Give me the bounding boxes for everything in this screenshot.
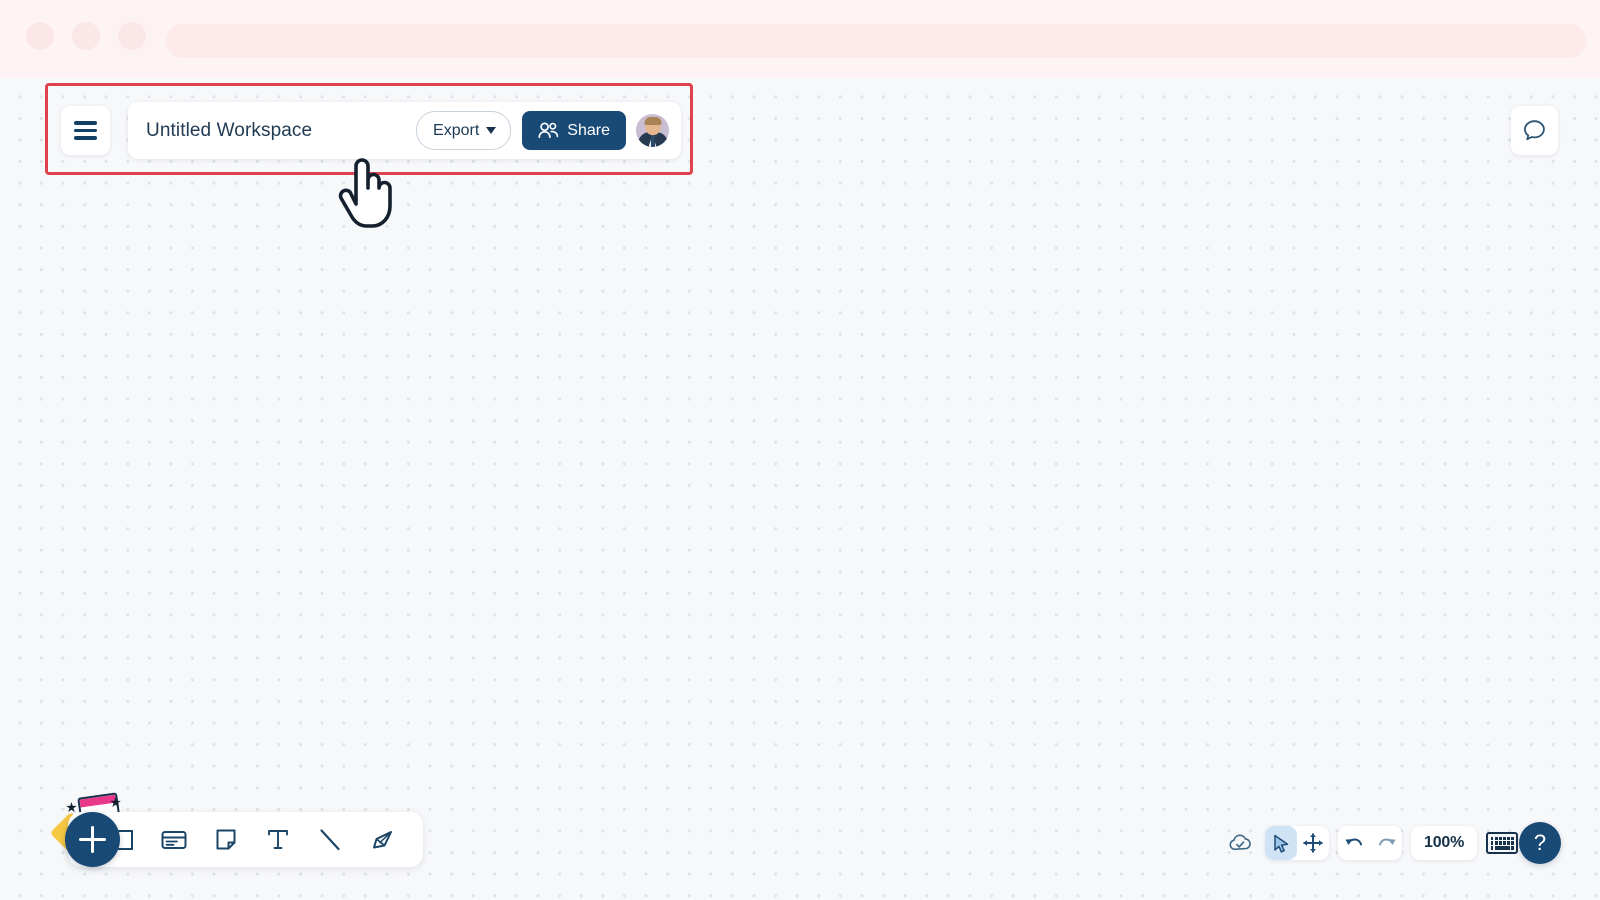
hamburger-menu-icon [74,121,97,140]
keyboard-shortcuts-button[interactable] [1486,832,1519,854]
history-group [1338,826,1402,860]
window-dot-minimize[interactable] [72,22,100,50]
text-tool-button[interactable] [263,825,293,855]
comment-bubble-icon [1524,120,1545,141]
help-label: ? [1533,830,1547,855]
card-tool-button[interactable] [159,825,189,855]
chevron-down-icon [486,127,497,134]
comments-button[interactable] [1511,106,1558,155]
status-bar: 100% [1224,826,1519,860]
cloud-save-button[interactable] [1224,826,1256,860]
window-dot-close[interactable] [26,22,54,50]
plus-icon-vertical [91,826,94,853]
card-icon [161,830,187,849]
main-menu-button[interactable] [61,106,110,155]
window-controls [26,22,146,50]
share-button[interactable]: Share [522,111,626,150]
sticky-note-icon [216,829,236,849]
share-label: Share [567,121,610,139]
marker-pen-icon [373,830,392,848]
help-button[interactable]: ? [1519,822,1561,864]
app-root: Untitled Workspace Export Share 100% ? [0,0,1600,900]
redo-arrow-icon [1378,838,1396,846]
workspace-title-bar: Untitled Workspace Export Share [128,102,681,159]
add-item-button[interactable] [65,812,120,867]
save-status[interactable] [1224,826,1256,860]
select-tool-button[interactable] [1265,826,1297,860]
export-button[interactable]: Export [416,111,512,150]
pointer-tools-group [1265,826,1329,860]
whiteboard-canvas[interactable] [0,78,1600,900]
pan-tool-button[interactable] [1297,826,1329,860]
avatar-tie [650,136,655,147]
avatar[interactable] [636,114,669,147]
redo-button[interactable] [1370,826,1402,860]
pen-tool-button[interactable] [367,825,397,855]
move-arrows-icon [1303,833,1323,853]
cursor-arrow-icon [1273,834,1288,853]
people-icon [538,122,559,139]
avatar-hair [644,117,661,125]
undo-button[interactable] [1338,826,1370,860]
undo-arrow-icon [1344,838,1362,846]
sticky-note-tool-button[interactable] [211,825,241,855]
export-label: Export [433,121,480,139]
zoom-control[interactable]: 100% [1411,826,1478,860]
workspace-title-input[interactable]: Untitled Workspace [146,120,416,142]
create-toolbar [68,812,423,867]
line-tool-button[interactable] [315,825,345,855]
cloud-check-icon [1228,834,1251,851]
text-t-icon [268,829,288,849]
pointing-hand-cursor [338,158,392,228]
diagonal-line-icon [320,828,340,850]
browser-address-bar[interactable] [166,24,1586,58]
browser-chrome [0,0,1600,78]
zoom-level-label: 100% [1424,834,1465,851]
window-dot-maximize[interactable] [118,22,146,50]
